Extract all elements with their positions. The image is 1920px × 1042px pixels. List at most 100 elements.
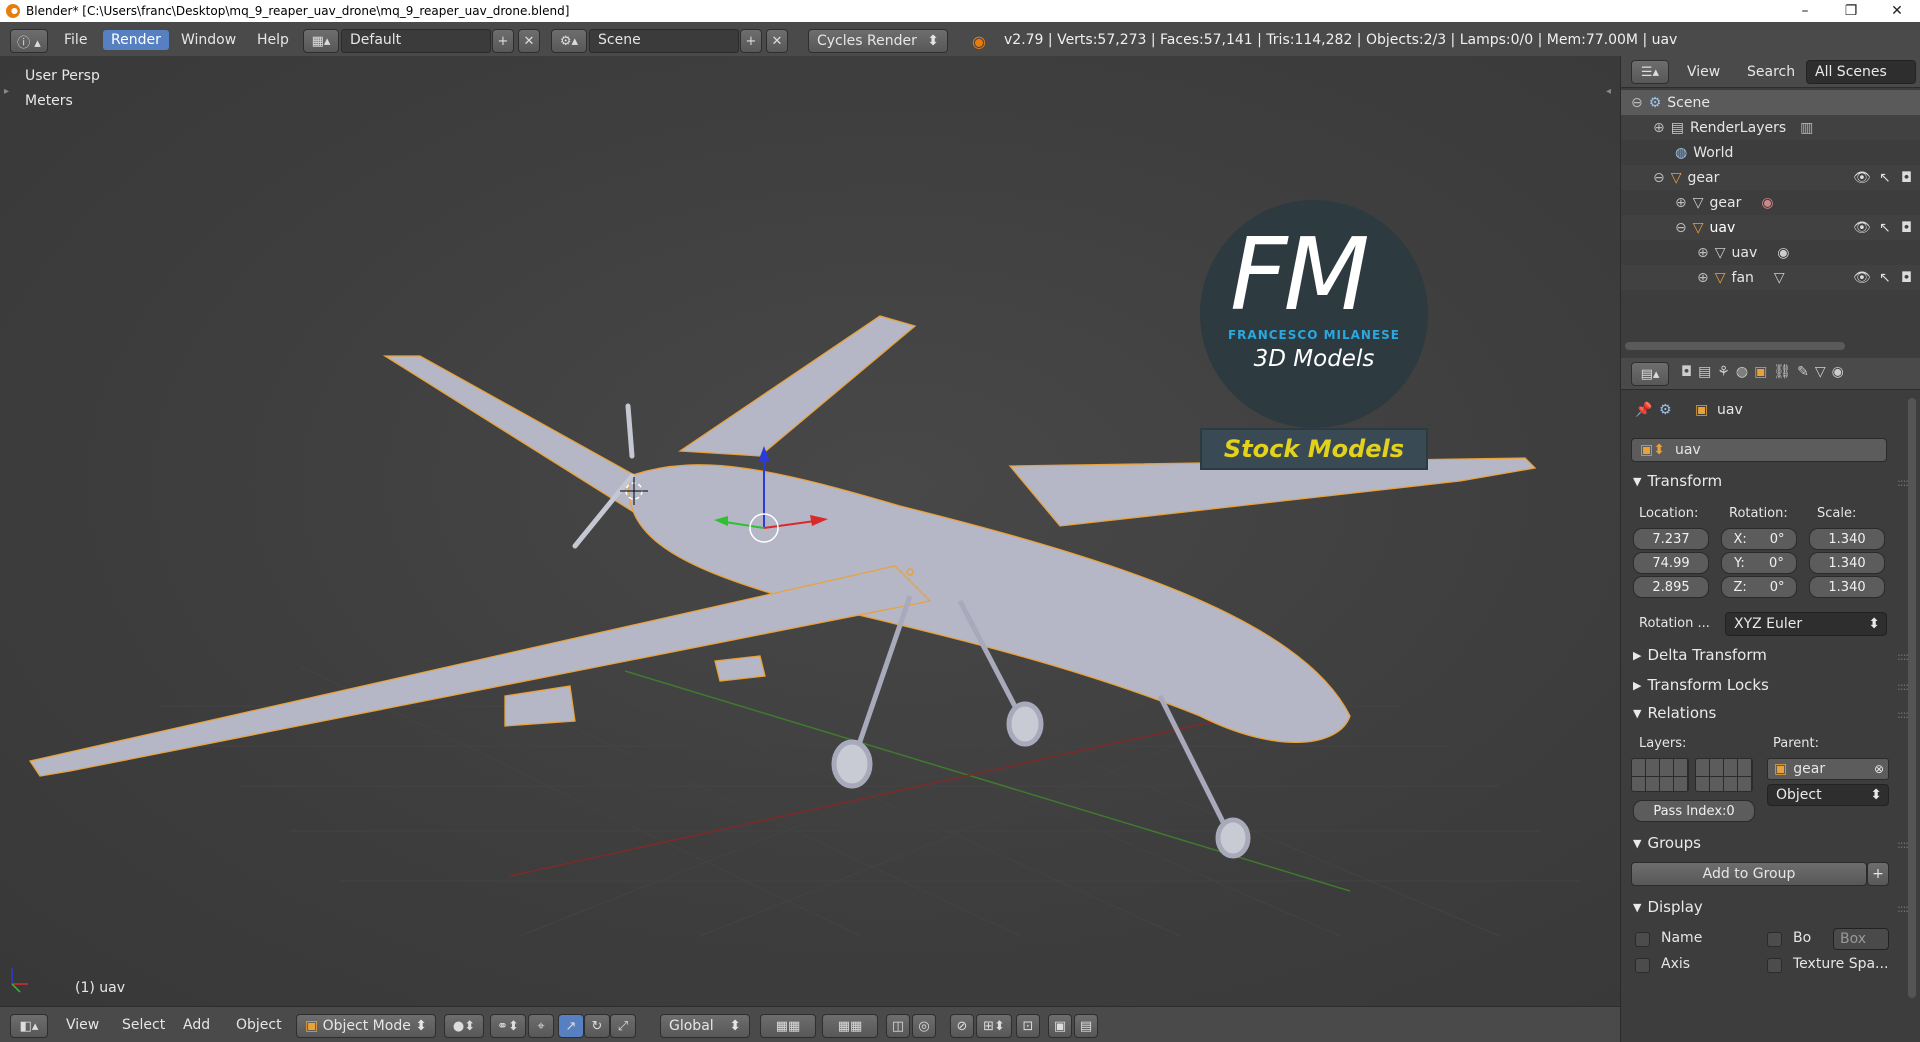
outliner-menu-view[interactable]: View	[1687, 64, 1720, 80]
rotation-mode-select[interactable]: XYZ Euler ⬍	[1725, 612, 1887, 636]
rotate-manipulator-icon[interactable]: ↻	[584, 1014, 610, 1038]
manipulator-toggle-icon[interactable]: ⌖	[528, 1014, 554, 1038]
render-engine-select[interactable]: Cycles Render ⬍	[808, 29, 948, 53]
drag-handle-icon[interactable]: ::::	[1897, 708, 1909, 721]
cursor-select-icon[interactable]: ↖	[1879, 270, 1891, 286]
clear-parent-icon[interactable]: ⊗	[1874, 762, 1884, 776]
object-name-field[interactable]: ▣⬍ uav	[1631, 438, 1887, 462]
drag-handle-icon[interactable]: ::::	[1897, 838, 1909, 851]
rotation-x-field[interactable]: X: 0°	[1721, 528, 1797, 550]
outliner-row-uav-object[interactable]: ⊖ ▽ uav 👁 ↖ ◘	[1621, 215, 1920, 240]
drag-handle-icon[interactable]: ::::	[1897, 650, 1909, 663]
groups-panel-header[interactable]: ▼ Groups	[1633, 832, 1701, 854]
outliner-row-fan-object[interactable]: ⊕ ▽ fan ▽ 👁 ↖ ◘	[1621, 265, 1920, 290]
pass-index-field[interactable]: Pass Index:0	[1633, 800, 1755, 822]
opengl-anim-icon[interactable]: ▤	[1074, 1014, 1098, 1038]
translate-manipulator-icon[interactable]: ↗	[558, 1014, 584, 1038]
pin-icon[interactable]: 📌	[1635, 402, 1652, 418]
render-camera-icon[interactable]: ◘	[1901, 270, 1912, 286]
proportional-edit-icon[interactable]: ◎	[912, 1014, 936, 1038]
outliner-scrollbar[interactable]	[1625, 342, 1845, 350]
3d-viewport[interactable]: User Persp Meters (1) uav FM FRANCESCO M…	[0, 56, 1620, 1006]
location-x-field[interactable]: 7.237	[1633, 528, 1709, 550]
layers-grid-right[interactable]	[1695, 758, 1753, 792]
editor-type-properties-icon[interactable]: ▤▴	[1631, 362, 1669, 386]
cursor-select-icon[interactable]: ↖	[1879, 220, 1891, 236]
snap-target-icon[interactable]: ⊡	[1016, 1014, 1040, 1038]
close-window-button[interactable]: ✕	[1874, 0, 1920, 22]
layers-block-2[interactable]: ▦▦	[822, 1014, 878, 1038]
scene-field[interactable]: Scene	[589, 29, 739, 53]
show-bounds-checkbox[interactable]	[1767, 932, 1782, 947]
collapse-icon[interactable]: ⊖	[1631, 95, 1643, 111]
parent-type-select[interactable]: Object ⬍	[1767, 784, 1889, 806]
lock-layers-icon[interactable]: ◫	[886, 1014, 910, 1038]
orientation-select[interactable]: Global ⬍	[660, 1014, 750, 1038]
opengl-render-icon[interactable]: ▣	[1048, 1014, 1072, 1038]
parent-field[interactable]: ▣ gear ⊗	[1767, 758, 1889, 780]
texture-space-checkbox[interactable]	[1767, 958, 1782, 973]
render-camera-icon[interactable]: ◘	[1901, 220, 1912, 236]
add-scene-icon[interactable]: +	[740, 29, 762, 53]
drag-handle-icon[interactable]: ::::	[1897, 476, 1909, 489]
editor-type-3d-icon[interactable]: ◧▴	[10, 1014, 48, 1038]
properties-context-tabs[interactable]: ◘▤⚘◍▣⛓✎▽◉	[1681, 364, 1850, 380]
expand-icon[interactable]: ⊕	[1675, 195, 1687, 211]
screen-layout-icon[interactable]: ▦▴	[303, 29, 339, 53]
add-layout-icon[interactable]: +	[492, 29, 514, 53]
rotation-z-field[interactable]: Z: 0°	[1721, 576, 1797, 598]
eye-icon[interactable]: 👁	[1853, 270, 1871, 286]
outliner-menu-search[interactable]: Search	[1747, 64, 1795, 80]
delta-transform-header[interactable]: ▶ Delta Transform	[1633, 644, 1767, 666]
properties-scrollbar[interactable]	[1908, 398, 1916, 998]
snap-toggle-icon[interactable]: ⊘	[950, 1014, 974, 1038]
collapse-icon[interactable]: ⊖	[1675, 220, 1687, 236]
transform-locks-header[interactable]: ▶ Transform Locks	[1633, 674, 1769, 696]
render-camera-icon[interactable]: ◘	[1901, 170, 1912, 186]
eye-icon[interactable]: 👁	[1853, 170, 1871, 186]
layers-grid-left[interactable]	[1631, 758, 1689, 792]
menu-help[interactable]: Help	[257, 32, 289, 48]
scale-manipulator-icon[interactable]: ⤢	[610, 1014, 636, 1038]
menu-view[interactable]: View	[66, 1017, 99, 1033]
screen-layout-field[interactable]: Default	[341, 29, 491, 53]
scene-selector-icon[interactable]: ⚙▴	[551, 29, 587, 53]
cursor-select-icon[interactable]: ↖	[1879, 170, 1891, 186]
eye-icon[interactable]: 👁	[1853, 220, 1871, 236]
outliner-display-mode[interactable]: All Scenes	[1806, 60, 1916, 84]
transform-panel-header[interactable]: ▼ Transform	[1633, 470, 1722, 492]
rotation-y-field[interactable]: Y: 0°	[1721, 552, 1797, 574]
region-toggle-icon[interactable]: ◂	[1606, 86, 1611, 97]
expand-icon[interactable]: ⊕	[1697, 270, 1709, 286]
restore-button[interactable]: ❐	[1828, 0, 1874, 22]
collapse-icon[interactable]: ⊖	[1653, 170, 1665, 186]
toolshelf-toggle-icon[interactable]: ▸	[4, 86, 9, 97]
drag-handle-icon[interactable]: ::::	[1897, 680, 1909, 693]
outliner-row-world[interactable]: ◍ World	[1621, 140, 1920, 165]
relations-panel-header[interactable]: ▼ Relations	[1633, 702, 1716, 724]
viewport-shading-icon[interactable]: ●⬍	[444, 1014, 484, 1038]
layers-block-1[interactable]: ▦▦	[760, 1014, 816, 1038]
editor-type-outliner-icon[interactable]: ☰▴	[1631, 60, 1669, 84]
scale-x-field[interactable]: 1.340	[1809, 528, 1885, 550]
menu-file[interactable]: File	[64, 32, 87, 48]
snap-element-icon[interactable]: ⊞⬍	[976, 1014, 1012, 1038]
outliner-row-scene[interactable]: ⊖ ⚙ Scene	[1621, 90, 1920, 115]
outliner-row-renderlayers[interactable]: ⊕ ▤ RenderLayers ▥	[1621, 115, 1920, 140]
menu-add[interactable]: Add	[183, 1017, 210, 1033]
display-panel-header[interactable]: ▼ Display	[1633, 896, 1703, 918]
menu-window[interactable]: Window	[181, 32, 236, 48]
bounds-type-select[interactable]: Box	[1833, 928, 1889, 950]
menu-select[interactable]: Select	[122, 1017, 165, 1033]
outliner-row-uav-mesh[interactable]: ⊕ ▽ uav ◉	[1621, 240, 1920, 265]
outliner-row-gear-mesh[interactable]: ⊕ ▽ gear ◉	[1621, 190, 1920, 215]
minimize-button[interactable]: –	[1782, 0, 1828, 22]
pivot-point-icon[interactable]: ⚭⬍	[490, 1014, 526, 1038]
remove-layout-icon[interactable]: ✕	[518, 29, 540, 53]
menu-object[interactable]: Object	[236, 1017, 282, 1033]
location-z-field[interactable]: 2.895	[1633, 576, 1709, 598]
show-axis-checkbox[interactable]	[1635, 958, 1650, 973]
remove-scene-icon[interactable]: ✕	[766, 29, 788, 53]
expand-icon[interactable]: ⊕	[1697, 245, 1709, 261]
expand-icon[interactable]: ⊕	[1653, 120, 1665, 136]
